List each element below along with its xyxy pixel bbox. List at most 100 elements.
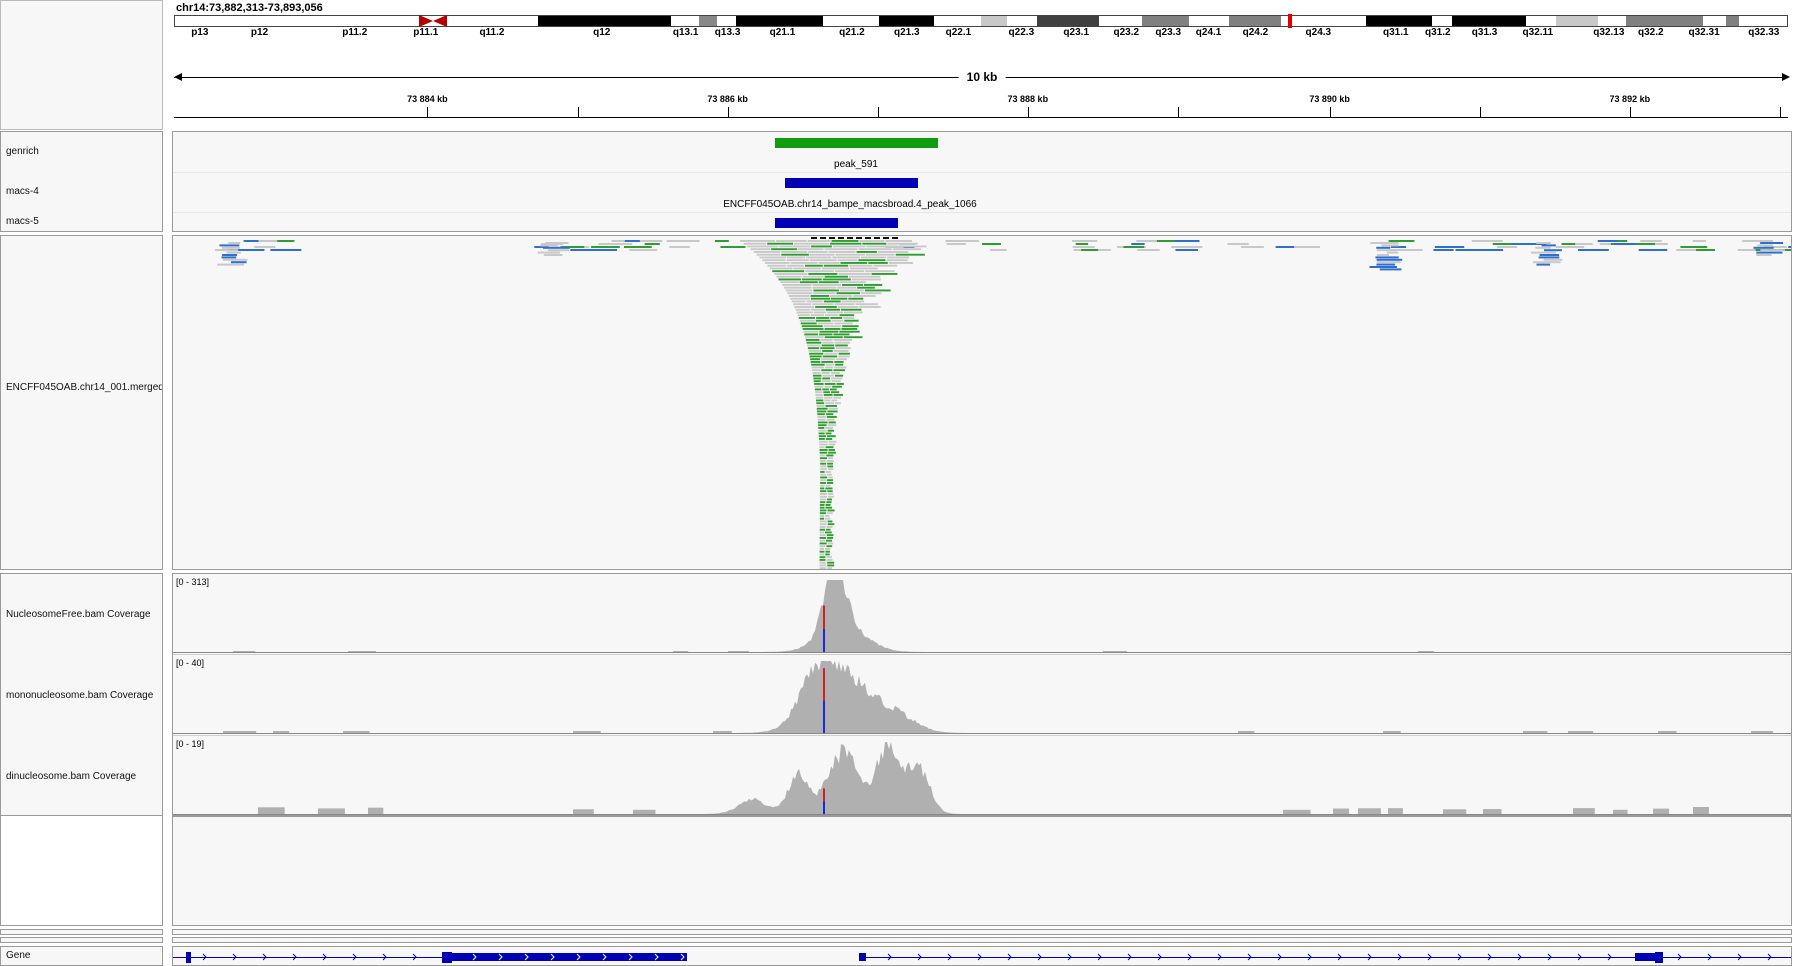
read[interactable] — [794, 306, 815, 308]
read[interactable] — [1760, 242, 1784, 244]
read[interactable] — [826, 534, 834, 537]
read[interactable] — [795, 308, 810, 311]
read[interactable] — [1543, 249, 1562, 252]
read[interactable] — [812, 284, 842, 286]
read[interactable] — [826, 416, 837, 418]
read[interactable] — [819, 553, 825, 556]
read[interactable] — [825, 446, 834, 449]
read[interactable] — [221, 249, 239, 252]
read[interactable] — [849, 267, 878, 270]
read[interactable] — [817, 322, 834, 325]
read[interactable] — [822, 278, 851, 281]
read[interactable] — [818, 435, 827, 438]
read[interactable] — [1376, 246, 1391, 249]
read[interactable] — [839, 314, 855, 317]
read[interactable] — [821, 372, 830, 374]
read[interactable] — [826, 526, 833, 528]
read[interactable] — [825, 517, 831, 520]
read[interactable] — [834, 341, 851, 344]
ideogram-band-q13.1[interactable] — [671, 16, 699, 26]
read[interactable] — [785, 289, 813, 292]
read[interactable] — [819, 440, 828, 443]
read[interactable] — [778, 278, 801, 281]
ideogram-band-q13.3[interactable] — [698, 16, 717, 26]
read[interactable] — [856, 251, 877, 253]
read[interactable] — [583, 249, 618, 251]
read[interactable] — [831, 380, 841, 383]
read[interactable] — [825, 539, 832, 542]
insertion-marker[interactable] — [829, 237, 835, 239]
read[interactable] — [827, 490, 833, 493]
read[interactable] — [857, 286, 875, 289]
read[interactable] — [1131, 243, 1145, 245]
read[interactable] — [810, 314, 824, 317]
read[interactable] — [591, 246, 620, 248]
track-name-alignment[interactable]: ENCFF045OAB.chr14_001.merged.noM.mapq5.d… — [6, 380, 162, 396]
read[interactable] — [1695, 249, 1716, 251]
insertion-marker[interactable] — [820, 237, 826, 239]
read[interactable] — [825, 471, 831, 473]
read[interactable] — [834, 374, 844, 377]
read[interactable] — [611, 240, 625, 242]
read[interactable] — [219, 244, 240, 247]
read[interactable] — [806, 300, 823, 303]
read[interactable] — [790, 297, 810, 300]
read[interactable] — [819, 515, 825, 517]
mismatch-marker[interactable] — [823, 801, 825, 814]
read[interactable] — [820, 462, 827, 465]
read[interactable] — [819, 564, 827, 567]
read[interactable] — [887, 242, 918, 245]
read[interactable] — [819, 446, 825, 449]
read[interactable] — [830, 372, 840, 374]
read[interactable] — [222, 254, 238, 256]
read[interactable] — [1376, 263, 1396, 266]
read[interactable] — [825, 553, 830, 556]
read[interactable] — [767, 242, 794, 245]
read[interactable] — [1381, 244, 1399, 247]
read[interactable] — [816, 402, 825, 405]
read[interactable] — [1492, 243, 1512, 245]
read[interactable] — [825, 506, 832, 509]
read[interactable] — [833, 396, 841, 399]
gene-exon[interactable] — [186, 952, 191, 963]
read[interactable] — [827, 542, 834, 545]
ideogram-band-q24.1[interactable] — [1188, 16, 1230, 26]
read[interactable] — [820, 493, 827, 495]
read[interactable] — [828, 407, 838, 410]
read[interactable] — [827, 311, 843, 314]
read[interactable] — [827, 567, 833, 569]
read[interactable] — [828, 457, 834, 460]
read[interactable] — [1590, 249, 1609, 251]
read[interactable] — [788, 295, 810, 297]
read[interactable] — [831, 377, 843, 380]
read[interactable] — [826, 559, 833, 561]
track-name-nucleosome-free[interactable]: NucleosomeFree.bam Coverage — [6, 607, 151, 623]
read[interactable] — [825, 487, 833, 490]
read[interactable] — [598, 243, 633, 245]
read[interactable] — [813, 311, 827, 314]
read[interactable] — [826, 460, 834, 462]
ideogram-band-q24.2[interactable] — [1229, 16, 1281, 26]
read[interactable] — [1376, 261, 1401, 264]
read[interactable] — [827, 462, 833, 465]
read[interactable] — [819, 501, 826, 504]
gene-models[interactable] — [173, 947, 1792, 966]
read[interactable] — [810, 358, 821, 361]
read[interactable] — [1081, 249, 1099, 251]
read[interactable] — [270, 249, 302, 251]
read[interactable] — [801, 278, 822, 281]
read[interactable] — [825, 308, 841, 311]
mismatch-marker[interactable] — [823, 628, 825, 652]
read[interactable] — [828, 449, 836, 451]
read[interactable] — [810, 295, 830, 297]
chromosome-ideogram[interactable] — [174, 15, 1788, 27]
read[interactable] — [823, 300, 841, 303]
read[interactable] — [799, 319, 815, 322]
alignment-track-panel[interactable] — [172, 235, 1792, 570]
read[interactable] — [834, 402, 842, 405]
read[interactable] — [827, 498, 832, 501]
read[interactable] — [836, 358, 847, 361]
read[interactable] — [822, 374, 834, 377]
read[interactable] — [1376, 258, 1403, 261]
read[interactable] — [859, 240, 885, 242]
